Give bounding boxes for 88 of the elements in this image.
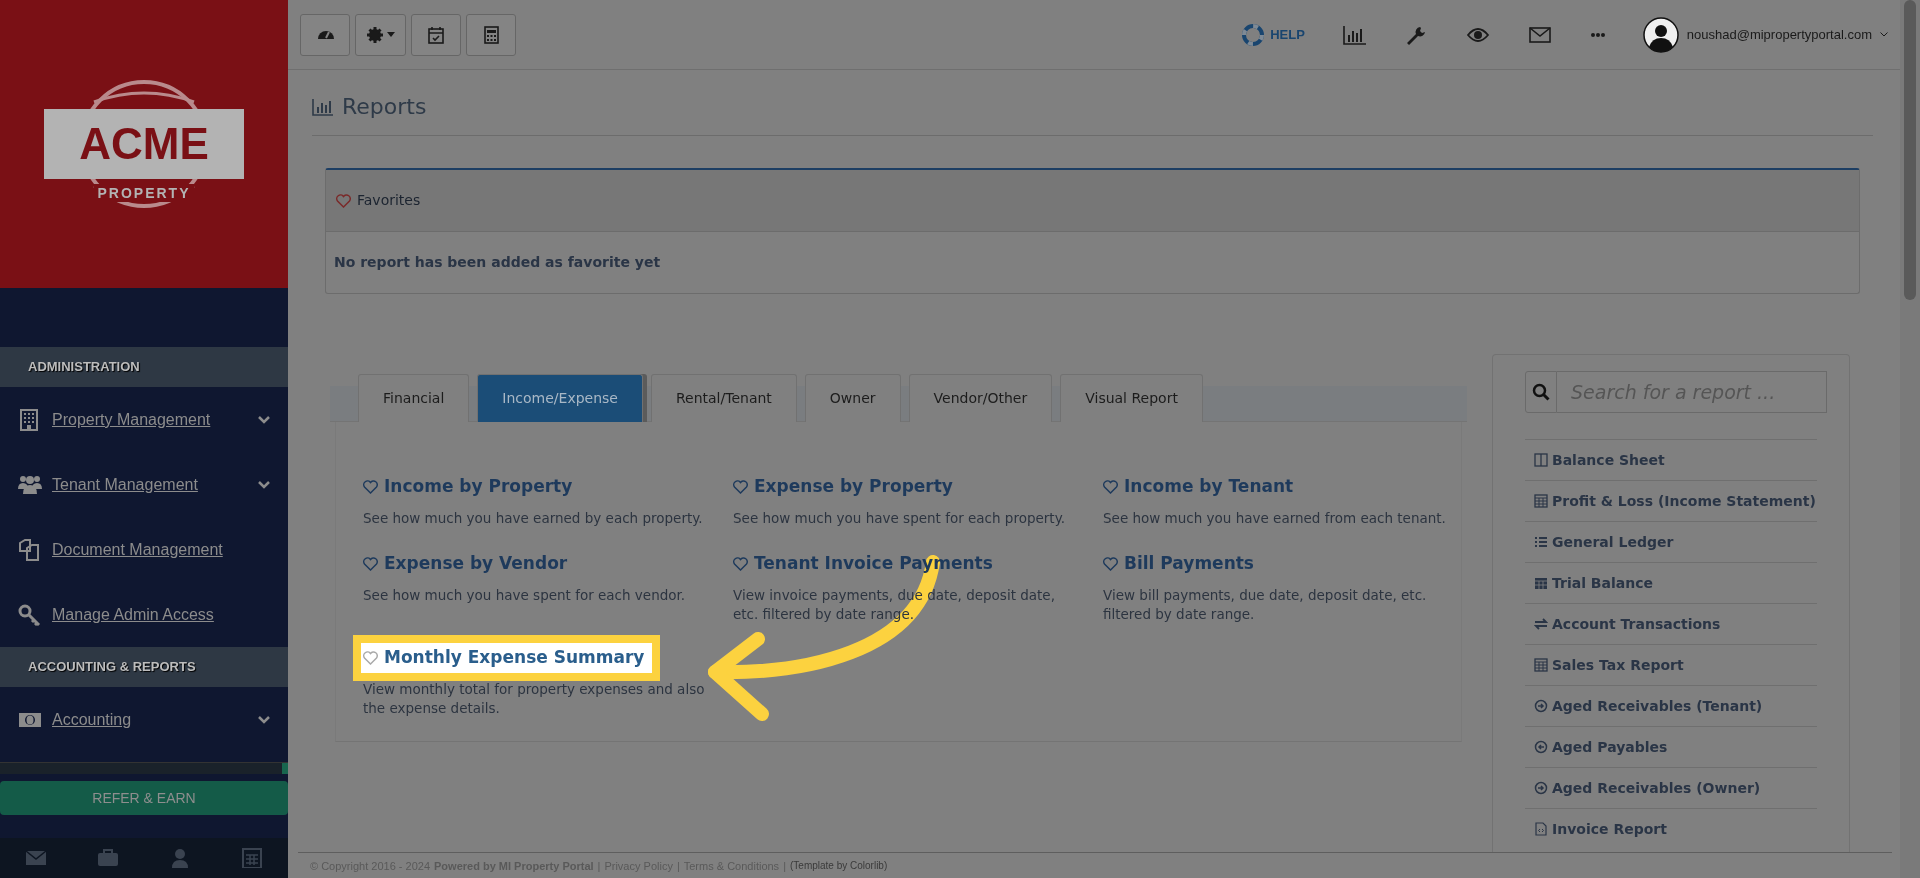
sidebar-item[interactable]: Document Management <box>0 517 288 582</box>
calculator-icon <box>482 24 500 45</box>
report-list-item[interactable]: Trial Balance <box>1525 562 1817 603</box>
arrow-circle-left-icon <box>1534 740 1548 754</box>
report-description: See how much you have spent for each property. <box>733 508 1066 528</box>
report-list-item[interactable]: Account Transactions <box>1525 603 1817 644</box>
toolbar-button[interactable] <box>300 13 350 56</box>
page-title: Reports <box>342 94 427 119</box>
calculator-icon <box>1534 658 1548 672</box>
sidebar-item[interactable]: Tenant Management <box>0 452 288 517</box>
heart-icon <box>363 479 378 494</box>
logo-wordmark: ACME <box>44 109 244 179</box>
report-tab[interactable]: Financial <box>358 374 470 422</box>
report-description: See how much you have earned from each tenant. <box>1103 508 1447 528</box>
template-credit: (Template by Colorlib) <box>790 860 888 871</box>
heart-icon <box>1103 479 1118 494</box>
heart-icon <box>1103 556 1118 571</box>
file-code-icon <box>1534 822 1548 836</box>
separator: | <box>676 859 680 872</box>
bar-chart-icon <box>312 97 334 116</box>
chevron-down-icon <box>258 480 270 489</box>
envelope-icon[interactable] <box>1528 25 1553 45</box>
report-description: View monthly total for property expenses and also the expense details. <box>363 679 706 718</box>
report-link[interactable]: Bill Payments <box>1103 551 1254 577</box>
report-list-item[interactable]: Aged Receivables (Owner) <box>1525 767 1817 808</box>
arrow-circle-right-icon <box>1534 781 1548 795</box>
user-email[interactable]: noushad@mipropertyportal.com <box>1686 27 1872 42</box>
avatar-icon <box>1642 16 1679 53</box>
report-description: See how much you have spent for each vendor. <box>363 585 687 605</box>
calculator-icon <box>1534 494 1548 508</box>
report-list-item[interactable]: Aged Payables <box>1525 726 1817 767</box>
report-link[interactable]: Expense by Property <box>733 474 953 500</box>
report-tab[interactable]: Owner <box>804 374 901 422</box>
key-icon <box>18 603 42 626</box>
panel-title: Favorites <box>357 191 421 210</box>
separator: | <box>597 859 601 872</box>
separator: | <box>783 859 786 872</box>
bar-chart-icon[interactable] <box>1342 25 1367 45</box>
empty-message: No report has been added as favorite yet <box>333 253 662 272</box>
list-icon <box>1534 535 1548 549</box>
report-description: See how much you have earned by each property. <box>363 508 704 528</box>
heart-icon <box>363 556 378 571</box>
sidebar-item[interactable]: Manage Admin Access <box>0 582 288 647</box>
report-list-item[interactable]: Aged Receivables (Tenant) <box>1525 685 1817 726</box>
report-list-item[interactable]: Invoice Report <box>1525 808 1817 849</box>
report-tab[interactable]: Visual Report <box>1060 374 1203 422</box>
refer-earn-button[interactable]: REFER & EARN <box>0 781 288 815</box>
report-description: View bill payments, due date, deposit date, etc. filtered by date range. <box>1103 585 1428 624</box>
report-list-item[interactable]: General Ledger <box>1525 521 1817 562</box>
gear-icon <box>366 24 384 45</box>
columns-icon <box>1534 453 1548 467</box>
toolbar-button[interactable] <box>466 13 516 56</box>
report-link[interactable]: Income by Property <box>363 474 573 500</box>
report-tab[interactable]: Vendor/Other <box>908 374 1053 422</box>
help-link[interactable]: HELP <box>1242 23 1305 46</box>
logo-tagline: PROPERTY <box>94 184 194 202</box>
chevron-down-icon <box>258 415 270 424</box>
report-link[interactable]: Monthly Expense Summary <box>353 635 661 681</box>
heart-icon <box>336 193 351 208</box>
exchange-icon <box>1534 617 1548 631</box>
arrow-circle-right-icon <box>1534 699 1548 713</box>
report-link[interactable]: Expense by Vendor <box>363 551 568 577</box>
toolbar-button[interactable] <box>411 13 461 56</box>
report-link[interactable]: Income by Tenant <box>1103 474 1294 500</box>
calendar-icon <box>1534 576 1548 590</box>
section-heading: ADMINISTRATION <box>0 347 288 387</box>
report-list-item[interactable]: Sales Tax Report <box>1525 644 1817 685</box>
section-heading: ACCOUNTING & REPORTS <box>0 647 288 687</box>
report-tab[interactable]: Rental/Tenant <box>650 374 797 422</box>
chevron-down-icon <box>1880 32 1888 37</box>
eye-icon[interactable] <box>1466 25 1491 45</box>
scrollbar[interactable] <box>1900 0 1920 878</box>
lifebuoy-icon <box>1242 23 1265 46</box>
calendar-check-icon <box>427 24 445 45</box>
caret-down-icon <box>387 32 395 37</box>
heart-icon <box>363 650 378 665</box>
search-icon <box>1532 383 1550 401</box>
sidebar-item[interactable]: Accounting <box>0 687 288 752</box>
search-button[interactable] <box>1525 371 1557 413</box>
documents-icon <box>18 538 42 561</box>
heart-icon <box>733 479 748 494</box>
heart-icon <box>733 556 748 571</box>
report-list-item[interactable]: Balance Sheet <box>1525 439 1817 480</box>
chevron-down-icon <box>258 715 270 724</box>
sidebar-item[interactable]: Property Management <box>0 387 288 452</box>
report-list-item[interactable]: Profit & Loss (Income Statement) <box>1525 480 1817 521</box>
settings-dropdown-button[interactable] <box>355 13 406 56</box>
people-icon <box>18 473 42 496</box>
